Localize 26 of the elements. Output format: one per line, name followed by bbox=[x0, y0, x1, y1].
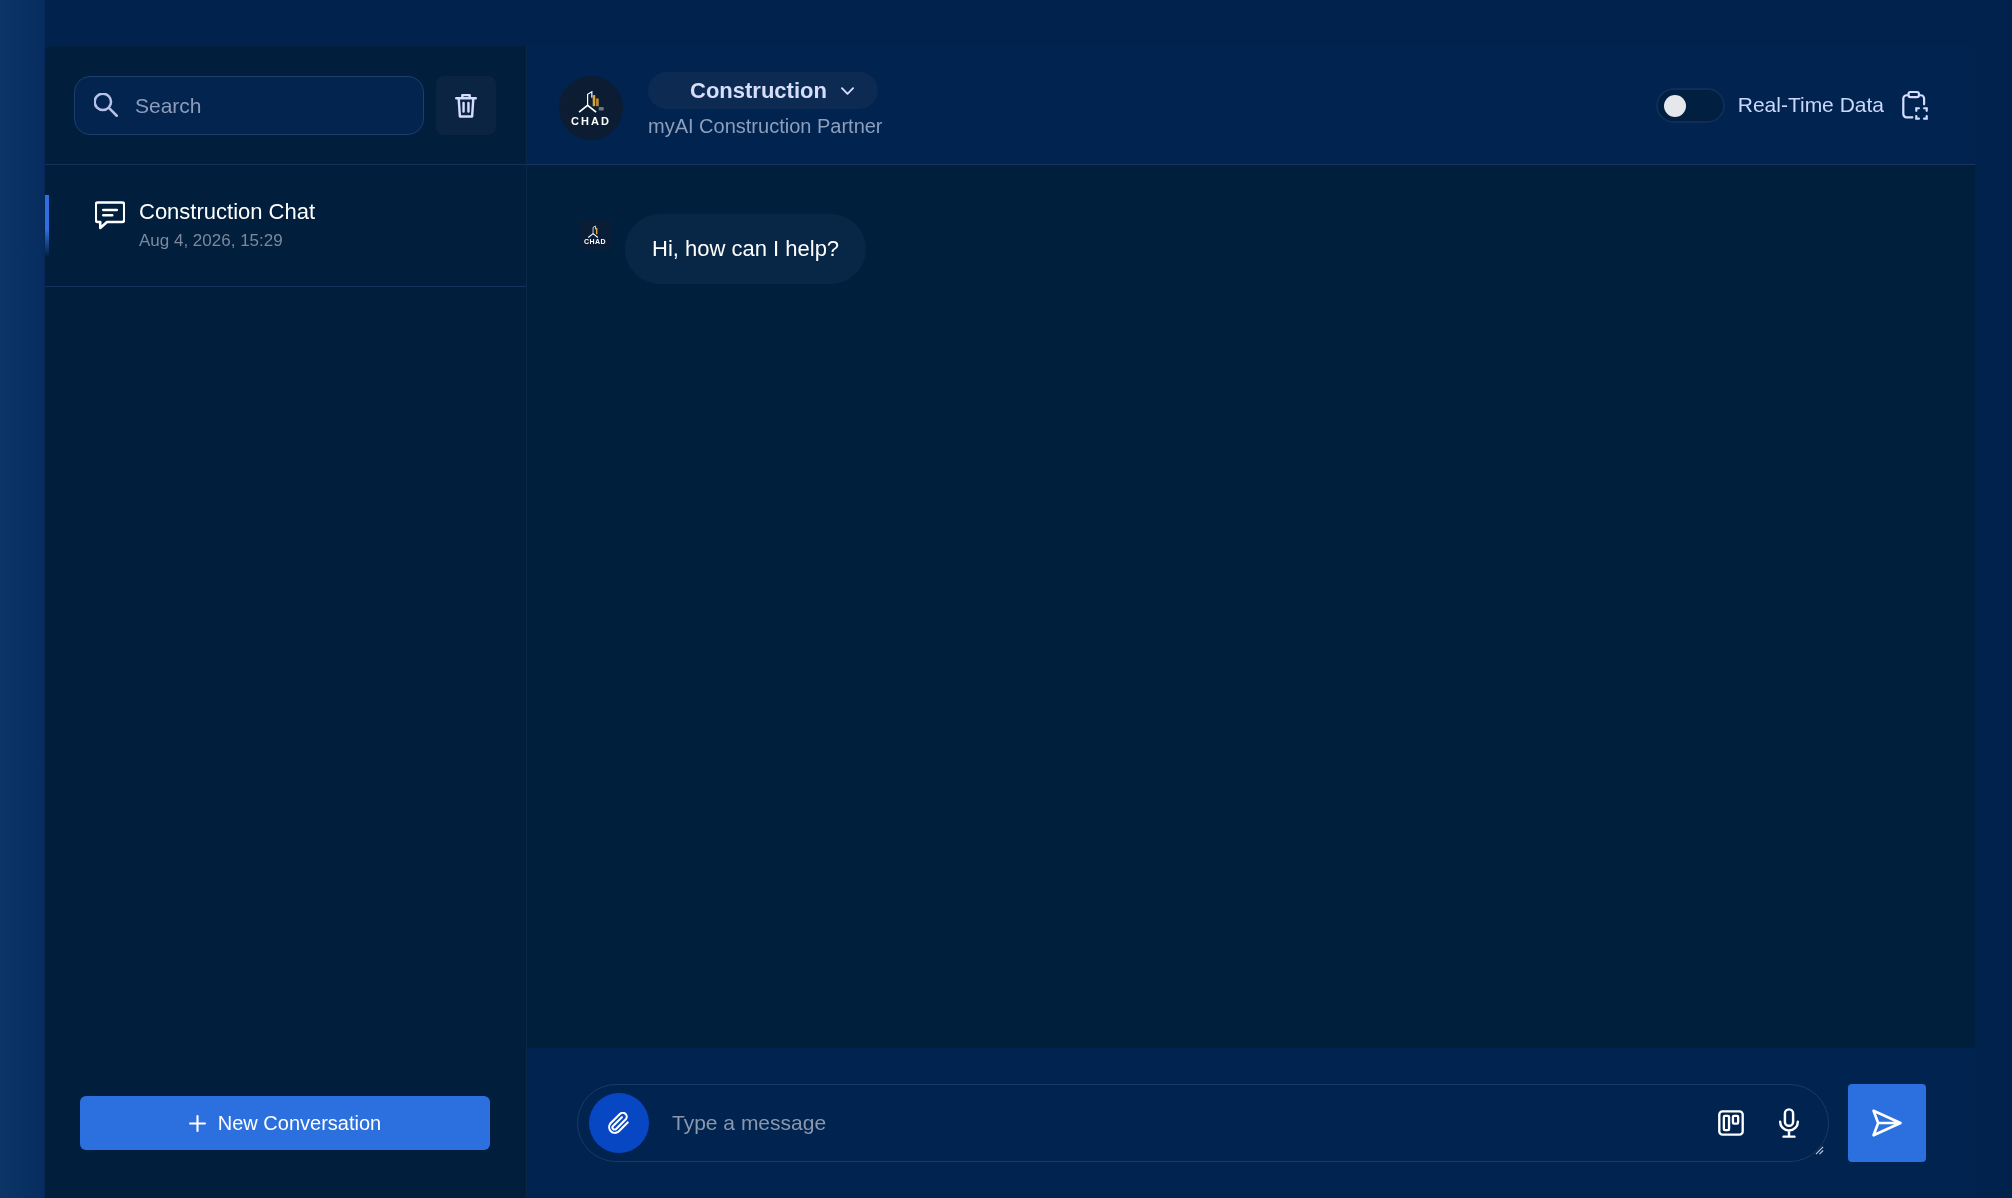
conversation-date: Aug 4, 2026, 15:29 bbox=[139, 231, 284, 251]
delete-button[interactable] bbox=[436, 76, 496, 135]
building-icon bbox=[577, 89, 605, 113]
message-bubble: Hi, how can I help? bbox=[625, 214, 867, 284]
new-conversation-button[interactable]: New Conversation bbox=[80, 1096, 490, 1150]
columns-icon[interactable] bbox=[1718, 1110, 1744, 1136]
message-input[interactable]: Type a message bbox=[672, 1103, 1698, 1143]
toggle-switch[interactable] bbox=[1655, 87, 1725, 123]
mode-dropdown[interactable]: Construction bbox=[648, 72, 878, 109]
assistant-subtitle: myAI Construction Partner bbox=[648, 115, 883, 138]
clipboard-icon[interactable] bbox=[1902, 90, 1928, 120]
send-button[interactable] bbox=[1848, 1084, 1926, 1162]
paperclip-icon bbox=[608, 1112, 630, 1134]
trash-icon bbox=[455, 93, 477, 118]
attach-button[interactable] bbox=[589, 1093, 649, 1153]
toggle-label: Real-Time Data bbox=[1737, 93, 1884, 117]
chevron-down-icon bbox=[840, 86, 854, 95]
microphone-icon[interactable] bbox=[1778, 1108, 1800, 1138]
chat-bubble-icon bbox=[95, 201, 125, 231]
plus-icon bbox=[188, 1114, 206, 1132]
search-icon bbox=[94, 93, 118, 117]
resize-grip-icon[interactable] bbox=[1815, 1146, 1824, 1155]
logo-wordmark: CHAD bbox=[571, 114, 611, 127]
search-input[interactable]: Search bbox=[74, 76, 424, 135]
conversation-title: Construction Chat bbox=[139, 199, 316, 225]
send-icon bbox=[1872, 1109, 1902, 1137]
